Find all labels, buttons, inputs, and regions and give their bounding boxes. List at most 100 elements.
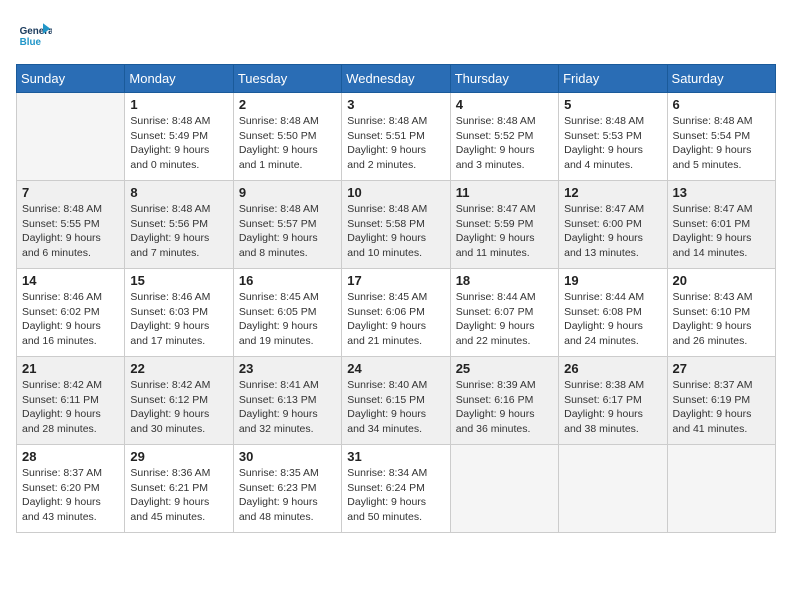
day-info: Sunrise: 8:44 AMSunset: 6:07 PMDaylight:… (456, 290, 553, 349)
day-info: Sunrise: 8:48 AMSunset: 5:57 PMDaylight:… (239, 202, 336, 261)
calendar-cell: 4 Sunrise: 8:48 AMSunset: 5:52 PMDaylight… (450, 93, 558, 181)
day-number: 23 (239, 361, 336, 376)
day-number: 26 (564, 361, 661, 376)
day-info: Sunrise: 8:47 AMSunset: 6:01 PMDaylight:… (673, 202, 770, 261)
day-number: 5 (564, 97, 661, 112)
day-number: 10 (347, 185, 444, 200)
day-number: 22 (130, 361, 227, 376)
day-info: Sunrise: 8:34 AMSunset: 6:24 PMDaylight:… (347, 466, 444, 525)
dow-header-saturday: Saturday (667, 65, 775, 93)
day-number: 6 (673, 97, 770, 112)
day-info: Sunrise: 8:44 AMSunset: 6:08 PMDaylight:… (564, 290, 661, 349)
day-info: Sunrise: 8:48 AMSunset: 5:58 PMDaylight:… (347, 202, 444, 261)
calendar-cell: 16 Sunrise: 8:45 AMSunset: 6:05 PMDayligh… (233, 269, 341, 357)
calendar-cell: 30 Sunrise: 8:35 AMSunset: 6:23 PMDayligh… (233, 445, 341, 533)
calendar-cell: 18 Sunrise: 8:44 AMSunset: 6:07 PMDayligh… (450, 269, 558, 357)
dow-header-sunday: Sunday (17, 65, 125, 93)
calendar-cell: 19 Sunrise: 8:44 AMSunset: 6:08 PMDayligh… (559, 269, 667, 357)
day-number: 28 (22, 449, 119, 464)
day-info: Sunrise: 8:47 AMSunset: 5:59 PMDaylight:… (456, 202, 553, 261)
calendar-cell: 6 Sunrise: 8:48 AMSunset: 5:54 PMDaylight… (667, 93, 775, 181)
calendar-cell: 25 Sunrise: 8:39 AMSunset: 6:16 PMDayligh… (450, 357, 558, 445)
day-info: Sunrise: 8:41 AMSunset: 6:13 PMDaylight:… (239, 378, 336, 437)
dow-header-thursday: Thursday (450, 65, 558, 93)
day-number: 11 (456, 185, 553, 200)
svg-text:Blue: Blue (20, 37, 42, 48)
day-info: Sunrise: 8:42 AMSunset: 6:11 PMDaylight:… (22, 378, 119, 437)
dow-header-tuesday: Tuesday (233, 65, 341, 93)
day-info: Sunrise: 8:39 AMSunset: 6:16 PMDaylight:… (456, 378, 553, 437)
dow-header-friday: Friday (559, 65, 667, 93)
day-number: 7 (22, 185, 119, 200)
day-info: Sunrise: 8:46 AMSunset: 6:03 PMDaylight:… (130, 290, 227, 349)
day-info: Sunrise: 8:48 AMSunset: 5:49 PMDaylight:… (130, 114, 227, 173)
calendar-cell: 26 Sunrise: 8:38 AMSunset: 6:17 PMDayligh… (559, 357, 667, 445)
day-number: 2 (239, 97, 336, 112)
day-info: Sunrise: 8:48 AMSunset: 5:50 PMDaylight:… (239, 114, 336, 173)
calendar-cell: 5 Sunrise: 8:48 AMSunset: 5:53 PMDaylight… (559, 93, 667, 181)
day-number: 27 (673, 361, 770, 376)
day-info: Sunrise: 8:48 AMSunset: 5:56 PMDaylight:… (130, 202, 227, 261)
day-info: Sunrise: 8:48 AMSunset: 5:51 PMDaylight:… (347, 114, 444, 173)
day-info: Sunrise: 8:46 AMSunset: 6:02 PMDaylight:… (22, 290, 119, 349)
logo-icon: General Blue (16, 16, 52, 52)
day-info: Sunrise: 8:36 AMSunset: 6:21 PMDaylight:… (130, 466, 227, 525)
day-info: Sunrise: 8:38 AMSunset: 6:17 PMDaylight:… (564, 378, 661, 437)
calendar-cell: 1 Sunrise: 8:48 AMSunset: 5:49 PMDaylight… (125, 93, 233, 181)
calendar-cell: 13 Sunrise: 8:47 AMSunset: 6:01 PMDayligh… (667, 181, 775, 269)
day-number: 24 (347, 361, 444, 376)
calendar-cell: 21Sunrise: 8:42 AMSunset: 6:11 PMDayligh… (17, 357, 125, 445)
day-info: Sunrise: 8:37 AMSunset: 6:19 PMDaylight:… (673, 378, 770, 437)
day-number: 18 (456, 273, 553, 288)
page-header: General Blue (16, 16, 776, 52)
day-number: 13 (673, 185, 770, 200)
day-info: Sunrise: 8:45 AMSunset: 6:05 PMDaylight:… (239, 290, 336, 349)
day-info: Sunrise: 8:37 AMSunset: 6:20 PMDaylight:… (22, 466, 119, 525)
day-info: Sunrise: 8:47 AMSunset: 6:00 PMDaylight:… (564, 202, 661, 261)
day-number: 31 (347, 449, 444, 464)
day-number: 25 (456, 361, 553, 376)
calendar-cell: 10 Sunrise: 8:48 AMSunset: 5:58 PMDayligh… (342, 181, 450, 269)
day-info: Sunrise: 8:48 AMSunset: 5:55 PMDaylight:… (22, 202, 119, 261)
day-info: Sunrise: 8:42 AMSunset: 6:12 PMDaylight:… (130, 378, 227, 437)
day-number: 14 (22, 273, 119, 288)
calendar-cell: 8 Sunrise: 8:48 AMSunset: 5:56 PMDaylight… (125, 181, 233, 269)
day-number: 1 (130, 97, 227, 112)
day-number: 4 (456, 97, 553, 112)
calendar-cell (450, 445, 558, 533)
day-number: 19 (564, 273, 661, 288)
calendar-cell: 2 Sunrise: 8:48 AMSunset: 5:50 PMDaylight… (233, 93, 341, 181)
calendar-cell: 7 Sunrise: 8:48 AMSunset: 5:55 PMDaylight… (17, 181, 125, 269)
day-number: 15 (130, 273, 227, 288)
calendar-cell: 3 Sunrise: 8:48 AMSunset: 5:51 PMDaylight… (342, 93, 450, 181)
calendar-cell: 31 Sunrise: 8:34 AMSunset: 6:24 PMDayligh… (342, 445, 450, 533)
calendar-cell (17, 93, 125, 181)
logo: General Blue (16, 16, 52, 52)
dow-header-wednesday: Wednesday (342, 65, 450, 93)
calendar-cell (667, 445, 775, 533)
day-number: 20 (673, 273, 770, 288)
day-info: Sunrise: 8:48 AMSunset: 5:53 PMDaylight:… (564, 114, 661, 173)
day-info: Sunrise: 8:35 AMSunset: 6:23 PMDaylight:… (239, 466, 336, 525)
day-info: Sunrise: 8:45 AMSunset: 6:06 PMDaylight:… (347, 290, 444, 349)
day-number: 12 (564, 185, 661, 200)
day-info: Sunrise: 8:43 AMSunset: 6:10 PMDaylight:… (673, 290, 770, 349)
day-number: 29 (130, 449, 227, 464)
calendar-cell: 11 Sunrise: 8:47 AMSunset: 5:59 PMDayligh… (450, 181, 558, 269)
day-info: Sunrise: 8:48 AMSunset: 5:54 PMDaylight:… (673, 114, 770, 173)
calendar-cell: 15 Sunrise: 8:46 AMSunset: 6:03 PMDayligh… (125, 269, 233, 357)
calendar-cell: 20 Sunrise: 8:43 AMSunset: 6:10 PMDayligh… (667, 269, 775, 357)
day-number: 17 (347, 273, 444, 288)
calendar-cell: 12 Sunrise: 8:47 AMSunset: 6:00 PMDayligh… (559, 181, 667, 269)
calendar-cell: 27 Sunrise: 8:37 AMSunset: 6:19 PMDayligh… (667, 357, 775, 445)
day-number: 9 (239, 185, 336, 200)
day-number: 3 (347, 97, 444, 112)
day-number: 8 (130, 185, 227, 200)
calendar-cell: 17 Sunrise: 8:45 AMSunset: 6:06 PMDayligh… (342, 269, 450, 357)
day-info: Sunrise: 8:40 AMSunset: 6:15 PMDaylight:… (347, 378, 444, 437)
calendar-cell: 14 Sunrise: 8:46 AMSunset: 6:02 PMDayligh… (17, 269, 125, 357)
day-info: Sunrise: 8:48 AMSunset: 5:52 PMDaylight:… (456, 114, 553, 173)
day-number: 30 (239, 449, 336, 464)
calendar-cell: 28 Sunrise: 8:37 AMSunset: 6:20 PMDayligh… (17, 445, 125, 533)
day-number: 16 (239, 273, 336, 288)
